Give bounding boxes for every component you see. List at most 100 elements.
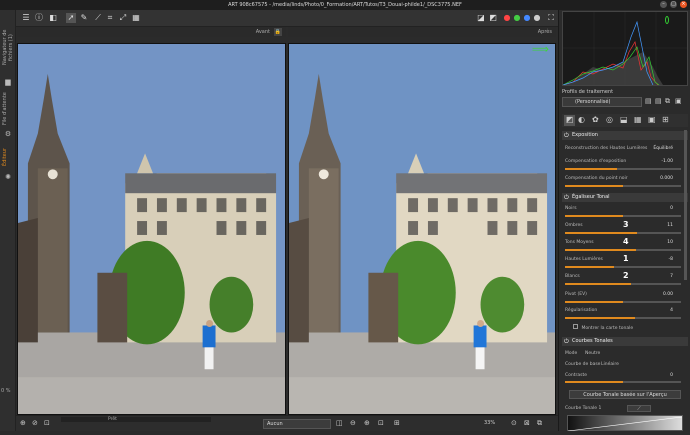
minimize-icon[interactable]: – [660, 1, 667, 8]
exposure-comp-slider[interactable] [565, 168, 681, 170]
hl-reconstruction-row[interactable]: Reconstruction des Hautes Lumières Équil… [565, 146, 685, 151]
base-curve-value: Linéaire [601, 362, 619, 367]
transform-icon[interactable]: ⤢ [118, 13, 128, 23]
annotation-arrow: ⟹ [531, 43, 549, 56]
tone-eq-band-label: Noirs [565, 206, 577, 211]
before-after-icon[interactable]: ◧ [48, 13, 58, 23]
pivot-slider[interactable] [565, 301, 681, 303]
new-window-icon[interactable]: ⧉ [537, 419, 542, 428]
crop-icon[interactable]: ⌗ [105, 13, 115, 23]
cancel-icon[interactable]: ⊘ [32, 419, 38, 427]
background-select[interactable]: Aucun [263, 419, 331, 429]
zoom-fit-2-icon[interactable]: ⊠ [524, 419, 530, 427]
maximize-icon[interactable]: □ [670, 1, 677, 8]
tone-eq-band-slider[interactable] [565, 266, 681, 268]
tone-eq-band-slider[interactable] [565, 232, 681, 234]
base-curve-label: Courbe de base [565, 362, 601, 367]
curves-section-header[interactable]: ⏻ Courbes Tonales [562, 337, 688, 346]
lock-icon[interactable]: 🔒 [274, 28, 282, 36]
profile-select[interactable]: (Personnalisé) [562, 97, 642, 107]
history-icon[interactable]: ☰ [21, 13, 31, 23]
curves-title: Courbes Tonales [572, 338, 613, 344]
channel-b-icon[interactable]: ● [522, 13, 532, 23]
close-icon[interactable]: × [680, 1, 687, 8]
tab-details-icon[interactable]: ◐ [578, 115, 585, 124]
tab-color-icon[interactable]: ✿ [592, 115, 599, 124]
channel-g-icon[interactable]: ● [512, 13, 522, 23]
clip-highlight-icon[interactable]: ◩ [488, 13, 498, 23]
tone-eq-band-slider[interactable] [565, 215, 681, 217]
tone-eq-band-slider[interactable] [565, 249, 681, 251]
straighten-icon[interactable]: ⟋ [93, 13, 103, 23]
zoom-fit-icon[interactable]: ⊡ [378, 419, 384, 427]
tab-favorites-icon[interactable]: ⊞ [662, 115, 669, 124]
tone-eq-section-header[interactable]: ⏻ Égaliseur Tonal [562, 193, 688, 202]
info-icon[interactable]: ⓘ [34, 13, 44, 23]
curve-from-preview-label: Courbe Tonale basée sur l'Aperçu [583, 392, 667, 398]
panel-scrollbar[interactable] [684, 130, 687, 280]
navigator-icon[interactable]: ⊕ [20, 419, 26, 427]
wb-picker-icon[interactable]: ✎ [79, 13, 89, 23]
exposure-comp-row: Compensation d'exposition -1.00 [565, 159, 685, 164]
tab-queue[interactable]: File d'attente [2, 90, 14, 128]
clip-indicator-annot [665, 16, 669, 24]
grid-icon[interactable]: ▦ [131, 13, 141, 23]
zoom-out-icon[interactable]: ⊖ [350, 419, 356, 427]
clip-shadow-icon[interactable]: ◪ [476, 13, 486, 23]
curve1-row[interactable]: Courbe Tonale 1 ⟋ [565, 405, 685, 412]
before-image[interactable] [17, 43, 286, 415]
curves-power-icon[interactable]: ⏻ [564, 337, 569, 346]
zoom-100-icon[interactable]: ⊞ [394, 419, 400, 427]
channel-r-icon[interactable]: ● [502, 13, 512, 23]
tab-metadata-icon[interactable]: ▣ [648, 115, 656, 124]
exposure-section-header[interactable]: ⏻ Exposition [562, 131, 688, 140]
tone-eq-band-value: 10 [667, 240, 673, 245]
before-label: Avant [255, 29, 270, 35]
tab-transform-icon[interactable]: ⬓ [620, 115, 628, 124]
curve-mode-row[interactable]: Mode Neutre [565, 351, 685, 356]
paste-profile-icon[interactable]: ▣ [675, 97, 682, 105]
channel-l-icon[interactable]: ● [532, 13, 542, 23]
bottom-statusbar: ⊕ ⊘ ⊡ Prêt Aucun ◫ ⊖ ⊕ ⊡ ⊞ 33% ⊙ ⊠ ⧉ [16, 415, 558, 431]
contrast-label: Contraste [565, 373, 587, 378]
hl-reconstruction-value: Équilibré [653, 146, 673, 151]
tab-editor[interactable]: Éditeur [2, 143, 14, 171]
power-icon[interactable]: ⏻ [564, 131, 569, 140]
exposure-comp-value: -1.00 [661, 159, 673, 164]
copy-profile-icon[interactable]: ⧉ [665, 97, 670, 106]
handwritten-annotation: 2 [623, 271, 629, 280]
fullscreen-icon[interactable]: ⛶ [546, 13, 556, 23]
curve-editor[interactable] [567, 415, 683, 432]
aperture-icon[interactable]: ✺ [3, 173, 13, 181]
zoom-1-1-icon[interactable]: ⊙ [511, 419, 517, 427]
histogram[interactable] [562, 11, 688, 86]
folder-icon[interactable]: ▆ [3, 78, 13, 86]
tone-eq-band-slider[interactable] [565, 283, 681, 285]
exposure-title: Exposition [572, 132, 598, 138]
curve-from-preview-button[interactable]: Courbe Tonale basée sur l'Aperçu [569, 390, 681, 399]
show-tone-map-row[interactable]: Montrer la carte tonale [573, 324, 690, 331]
tab-exposure-icon[interactable]: ◩ [564, 115, 575, 126]
hand-tool-icon[interactable]: ➚ [66, 13, 76, 23]
lock-tb-icon[interactable]: ⊡ [44, 419, 50, 427]
show-tone-map-checkbox[interactable] [573, 324, 578, 329]
tab-raw-icon[interactable]: ▦ [634, 115, 642, 124]
open-profile-icon[interactable]: ▤ [645, 97, 652, 105]
gear-icon[interactable]: ⚙ [3, 130, 13, 138]
save-profile-icon[interactable]: ▤ [655, 97, 662, 105]
zoom-in-icon[interactable]: ⊕ [364, 419, 370, 427]
contrast-slider[interactable] [565, 381, 681, 383]
tab-file-browser[interactable]: Navigateur de fichiers (1) [2, 20, 14, 75]
tab-local-icon[interactable]: ◎ [606, 115, 613, 124]
tone-eq-band-row: Ombres 11 3 [565, 220, 685, 229]
after-label: Après [537, 29, 552, 35]
black-point-slider[interactable] [565, 185, 681, 187]
contrast-value: 0 [670, 373, 673, 378]
tone-eq-power-icon[interactable]: ⏻ [564, 193, 569, 202]
compare-icon[interactable]: ◫ [336, 419, 343, 427]
after-image[interactable]: ⟹ [288, 43, 556, 415]
curve1-type-select[interactable]: ⟋ [627, 405, 651, 412]
curve-mode-label: Mode [565, 351, 578, 356]
regularization-slider[interactable] [565, 317, 681, 319]
base-curve-row[interactable]: Courbe de base Linéaire [565, 362, 685, 367]
